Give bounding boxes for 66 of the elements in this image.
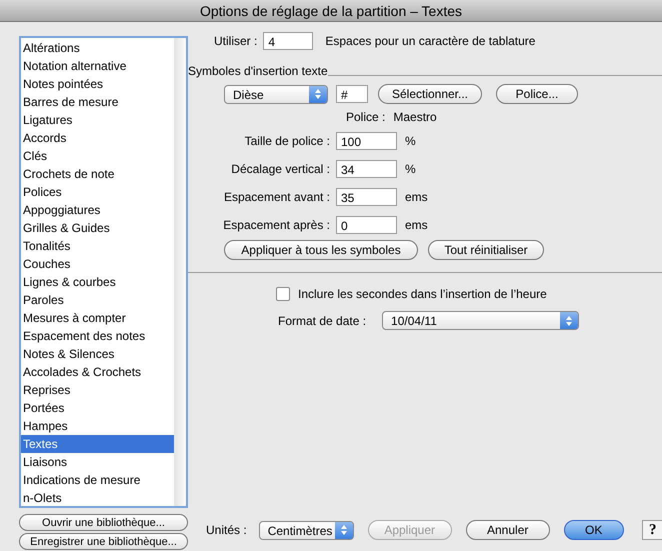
font-name: Maestro [393, 110, 437, 124]
scrollbar[interactable] [174, 38, 186, 506]
category-item[interactable]: Accords [21, 129, 174, 147]
input-field[interactable]: 35 [336, 188, 397, 206]
category-item[interactable]: n-Olets [21, 489, 174, 507]
category-item[interactable]: Ligatures [21, 111, 174, 129]
field-label: Utiliser : [214, 34, 258, 48]
input-field[interactable]: 0 [336, 216, 397, 234]
category-item[interactable]: Notation alternative [21, 57, 174, 75]
field-label: Unités : [206, 523, 247, 537]
ok-button[interactable]: OK [564, 520, 624, 540]
unit-label: % [405, 162, 416, 176]
category-item[interactable]: Crochets de note [21, 165, 174, 183]
category-item[interactable]: Reprises [21, 381, 174, 399]
stepper-icon [560, 312, 578, 329]
field-label: Espacement après : [222, 218, 330, 232]
field-label: Police : [346, 110, 386, 124]
category-item[interactable]: Altérations [21, 39, 174, 57]
category-item[interactable]: Mesures à compter [21, 309, 174, 327]
section-title: Symboles d'insertion texte [188, 64, 328, 78]
select-button[interactable]: Sélectionner... [378, 84, 482, 104]
stepper-icon [334, 522, 353, 538]
reset-button[interactable]: Tout réinitialiser [428, 240, 544, 260]
category-item[interactable]: Couches [21, 255, 174, 273]
unit-label: ems [405, 190, 428, 204]
input-field[interactable]: 4 [263, 32, 314, 50]
input-field[interactable]: 34 [336, 160, 397, 178]
unit-label: ems [405, 218, 428, 232]
field-label: Décalage vertical : [230, 162, 330, 176]
category-item[interactable]: Liaisons [21, 453, 174, 471]
input-field[interactable]: # [336, 85, 368, 103]
field-label: Espacement avant : [222, 190, 330, 204]
category-item[interactable]: Appoggiatures [21, 201, 174, 219]
symbol-dropdown[interactable]: Dièse [224, 84, 328, 104]
field-label: Format de date : [278, 314, 366, 328]
category-item[interactable]: Portées [21, 399, 174, 417]
category-item[interactable]: Hampes [21, 417, 174, 435]
unit-label: % [405, 134, 416, 148]
category-item[interactable]: Paroles [21, 291, 174, 309]
category-item[interactable]: Notes & Silences [21, 345, 174, 363]
apply-all-button[interactable]: Appliquer à tous les symboles [224, 240, 418, 260]
category-item[interactable]: Barres de mesure [21, 93, 174, 111]
library-button[interactable]: Ouvrir une bibliothèque... [19, 514, 188, 531]
stepper-icon [309, 86, 327, 102]
category-item[interactable]: Lignes & courbes [21, 273, 174, 291]
font-button[interactable]: Police... [496, 84, 578, 104]
category-item[interactable]: Indications de mesure [21, 471, 174, 489]
field-label: Taille de police : [244, 134, 330, 148]
checkbox[interactable] [276, 287, 290, 301]
category-item[interactable]: Grilles & Guides [21, 219, 174, 237]
category-item[interactable]: Tonalités [21, 237, 174, 255]
units-dropdown[interactable]: Centimètres [258, 520, 354, 540]
category-item[interactable]: Espacement des notes [21, 327, 174, 345]
library-button[interactable]: Enregistrer une bibliothèque... [19, 533, 188, 550]
window-title: Options de réglage de la partition – Textes [200, 2, 462, 18]
category-item[interactable]: Notes pointées [21, 75, 174, 93]
cancel-button[interactable]: Annuler [466, 520, 550, 540]
help-button[interactable]: ? [642, 520, 662, 540]
category-item[interactable]: Accolades & Crochets [21, 363, 174, 381]
date-format-dropdown[interactable]: 10/04/11 [382, 311, 580, 330]
input-field[interactable]: 100 [336, 132, 397, 150]
checkbox-label: Inclure les secondes dans l’insertion de l’heure [298, 287, 547, 301]
category-item[interactable]: Clés [21, 147, 174, 165]
field-label: Espaces pour un caractère de tablature [325, 34, 536, 48]
category-item[interactable]: Polices [21, 183, 174, 201]
category-item[interactable]: Textes [21, 435, 174, 453]
